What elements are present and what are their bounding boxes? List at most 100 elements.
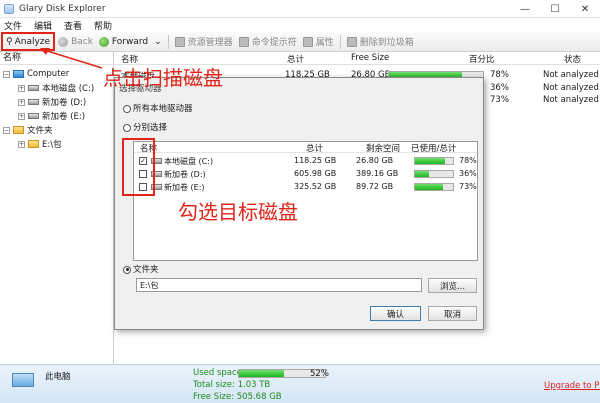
tree-label: 新加卷 (E:) [42, 112, 86, 122]
properties-button[interactable]: 属性 [300, 33, 337, 51]
cancel-button[interactable]: 取消 [428, 306, 477, 321]
ok-button[interactable]: 确认 [370, 306, 421, 321]
dialog-drive-row[interactable]: 新加卷 (E:) 325.52 GB 89.72 GB 73% [134, 182, 477, 193]
option-all-drives[interactable]: 所有本地驱动器 [123, 102, 193, 114]
forward-dropdown[interactable]: ⌄ [151, 33, 165, 51]
tree-label: E:\包 [42, 140, 62, 150]
col-total[interactable]: 总计 [306, 142, 323, 154]
tree-item-computer[interactable]: − Computer [3, 68, 69, 80]
option-separate[interactable]: 分别选择 [123, 121, 167, 133]
row-percent: 73% [459, 182, 477, 191]
collapse-icon[interactable]: − [3, 126, 10, 134]
total-size-label: Total size: 1.03 TB [193, 380, 271, 390]
row-free: 389.16 GB [356, 169, 399, 178]
tree-label: 新加卷 (D:) [42, 98, 87, 108]
usage-bar-fill [415, 171, 429, 177]
tree-label: 本地磁盘 (C:) [42, 84, 95, 94]
col-percent[interactable]: 百分比 [469, 53, 495, 65]
row-percent: 36% [459, 169, 477, 178]
back-arrow-icon [58, 36, 69, 47]
usage-bar [414, 157, 454, 165]
expand-icon[interactable]: + [18, 98, 25, 106]
usage-bar [414, 170, 454, 178]
forward-arrow-icon [98, 36, 109, 47]
toolbar-separator [167, 34, 169, 49]
expand-icon[interactable]: + [18, 112, 25, 120]
tree-header: 名称 [0, 52, 113, 65]
annotation-check-target: 勾选目标磁盘 [178, 200, 298, 224]
forward-label: Forward [111, 36, 149, 47]
tree-item-drive-e[interactable]: + 新加卷 (E:) [18, 110, 85, 122]
tree-label: 文件夹 [27, 126, 53, 136]
upgrade-link[interactable]: Upgrade to Pro [544, 381, 600, 391]
tree-label: Computer [27, 69, 70, 79]
menu-file[interactable]: 文件 [4, 19, 22, 32]
close-button[interactable]: ✕ [570, 0, 600, 18]
dialog-drive-row[interactable]: ✓ 本地磁盘 (C:) 118.25 GB 26.80 GB 78% [134, 156, 477, 167]
properties-label: 属性 [315, 38, 334, 48]
col-free[interactable]: Free Size [351, 53, 389, 63]
recycle-button[interactable]: 删除到垃圾箱 [344, 33, 417, 51]
used-space-label: Used space: [193, 368, 245, 378]
analyze-label: Analyze [14, 36, 51, 47]
back-button[interactable]: Back [55, 33, 96, 51]
row-status: Not analyzed [543, 70, 599, 80]
browse-button[interactable]: 浏览... [428, 278, 477, 293]
usage-bar-fill [415, 158, 445, 164]
row-total: 325.52 GB [294, 182, 337, 191]
analyze-button[interactable]: ⚲ Analyze [1, 32, 56, 51]
tree-item-drive-d[interactable]: + 新加卷 (D:) [18, 96, 86, 108]
col-status[interactable]: 状态 [564, 53, 581, 65]
row-percent: 36% [490, 83, 509, 93]
dialog-drive-row[interactable]: 新加卷 (D:) 605.98 GB 389.16 GB 36% [134, 169, 477, 180]
computer-icon [13, 70, 24, 78]
status-bar: 此电脑 Used space: 52% Total size: 1.03 TB … [0, 364, 600, 403]
row-name: 新加卷 (D:) [164, 170, 206, 179]
row-percent: 78% [490, 70, 509, 80]
menu-help[interactable]: 帮助 [94, 19, 112, 32]
row-status: Not analyzed [543, 95, 599, 105]
radio-all-drives[interactable] [123, 104, 131, 113]
col-used[interactable]: 已使用/总计 [411, 142, 456, 154]
row-name: 本地磁盘 (C:) [164, 157, 214, 166]
row-free: 26.80 GB [356, 156, 394, 165]
expand-icon[interactable]: + [18, 84, 25, 92]
radio-separate[interactable] [123, 123, 131, 132]
folder-icon [28, 140, 39, 148]
dialog-list-header: 名称 总计 剩余空间 已使用/总计 [134, 142, 477, 154]
radio-folder[interactable] [123, 265, 131, 274]
option-label: 分别选择 [133, 123, 168, 133]
folder-path-input[interactable] [136, 278, 422, 292]
menu-view[interactable]: 查看 [64, 19, 82, 32]
option-label: 文件夹 [133, 265, 159, 275]
used-space-percent: 52% [310, 369, 329, 379]
minimize-button[interactable]: — [510, 0, 540, 18]
menu-edit[interactable]: 编辑 [34, 19, 52, 32]
pc-label: 此电脑 [45, 372, 71, 382]
forward-button[interactable]: Forward [96, 33, 151, 51]
option-folder[interactable]: 文件夹 [123, 263, 159, 275]
tree-item-folders[interactable]: − 文件夹 [3, 124, 53, 136]
cmd-button[interactable]: 命令提示符 [236, 33, 300, 51]
option-label: 所有本地驱动器 [133, 104, 193, 114]
properties-icon [302, 36, 313, 47]
col-total[interactable]: 总计 [287, 53, 304, 65]
row-total: 118.25 GB [294, 156, 337, 165]
app-icon [4, 3, 14, 14]
tree-item-drive-c[interactable]: + 本地磁盘 (C:) [18, 82, 94, 94]
back-label: Back [71, 36, 93, 47]
toolbar: ⚲ Analyze Back Forward ⌄ 资源管理器 命令提示符 属性 … [0, 32, 600, 52]
title-bar: Glary Disk Explorer — ☐ ✕ [0, 0, 600, 18]
row-percent: 73% [490, 95, 509, 105]
explorer-button[interactable]: 资源管理器 [172, 33, 236, 51]
window-controls: — ☐ ✕ [510, 0, 600, 18]
col-free[interactable]: 剩余空间 [366, 142, 400, 154]
tree-item-folder-path[interactable]: + E:\包 [18, 138, 62, 150]
usage-bar-fill [415, 184, 443, 190]
maximize-button[interactable]: ☐ [540, 0, 570, 18]
expand-icon[interactable]: + [18, 140, 25, 148]
row-status: Not analyzed [543, 83, 599, 93]
collapse-icon[interactable]: − [3, 70, 10, 78]
select-drive-dialog: 选择驱动器 所有本地驱动器 分别选择 名称 总计 剩余空间 已使用/总计 ✓ 本… [114, 77, 484, 330]
terminal-icon [238, 36, 249, 47]
